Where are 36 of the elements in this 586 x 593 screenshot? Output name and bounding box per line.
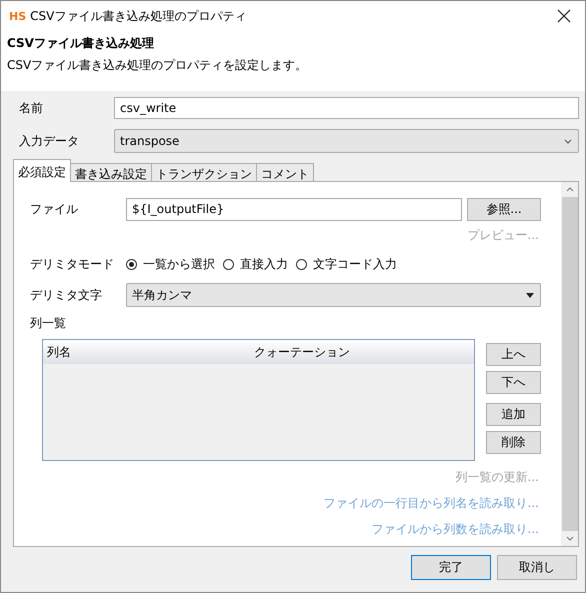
window-title: CSVファイル書き込み処理のプロパティ <box>30 8 248 24</box>
dropdown-arrow-icon <box>526 292 534 298</box>
tab[interactable]: 必須設定 <box>13 159 71 182</box>
scrollbar[interactable] <box>561 182 578 546</box>
field-label: ファイル <box>30 201 79 218</box>
section-label: 列一覧 <box>30 315 67 332</box>
list-button[interactable]: 削除 <box>486 431 541 454</box>
header-title: CSVファイル書き込み処理 <box>7 35 155 52</box>
radio-option[interactable]: 文字コード入力 <box>296 256 397 273</box>
radio-option[interactable]: 直接入力 <box>223 256 288 273</box>
tab[interactable]: 書き込み設定 <box>70 163 152 182</box>
column-header[interactable]: クォーテーション <box>254 344 350 360</box>
input-data-dropdown[interactable]: transpose <box>114 129 579 153</box>
tab[interactable]: トランザクション <box>151 163 257 182</box>
dialog-button[interactable]: 取消し <box>497 555 577 580</box>
close-icon[interactable] <box>557 9 571 23</box>
name-field[interactable]: csv_write <box>114 97 579 119</box>
dialog-button[interactable]: 完了 <box>411 555 491 580</box>
list-button[interactable]: 下へ <box>486 371 541 394</box>
file-field[interactable]: ${I_outputFile} <box>126 198 462 221</box>
field-label: デリミタモード <box>30 256 115 273</box>
scroll-up-icon[interactable] <box>566 187 574 192</box>
field-label: 名前 <box>18 100 44 116</box>
app-logo: HS <box>9 10 26 22</box>
scroll-down-icon[interactable] <box>566 536 574 541</box>
header-description: CSVファイル書き込み処理のプロパティを設定します。 <box>7 57 308 74</box>
chevron-down-icon <box>564 138 572 144</box>
tab[interactable]: コメント <box>256 163 314 182</box>
field-label: デリミタ文字 <box>30 286 103 304</box>
list-button[interactable]: 追加 <box>486 403 541 426</box>
field-label: 入力データ <box>18 132 80 150</box>
radio-option[interactable]: 一覧から選択 <box>126 256 215 273</box>
browse-button[interactable]: 参照... <box>467 198 541 221</box>
delimiter-dropdown[interactable]: 半角カンマ <box>126 283 541 307</box>
list-button[interactable]: 上へ <box>486 343 541 366</box>
column-header[interactable]: 列名 <box>43 344 254 360</box>
